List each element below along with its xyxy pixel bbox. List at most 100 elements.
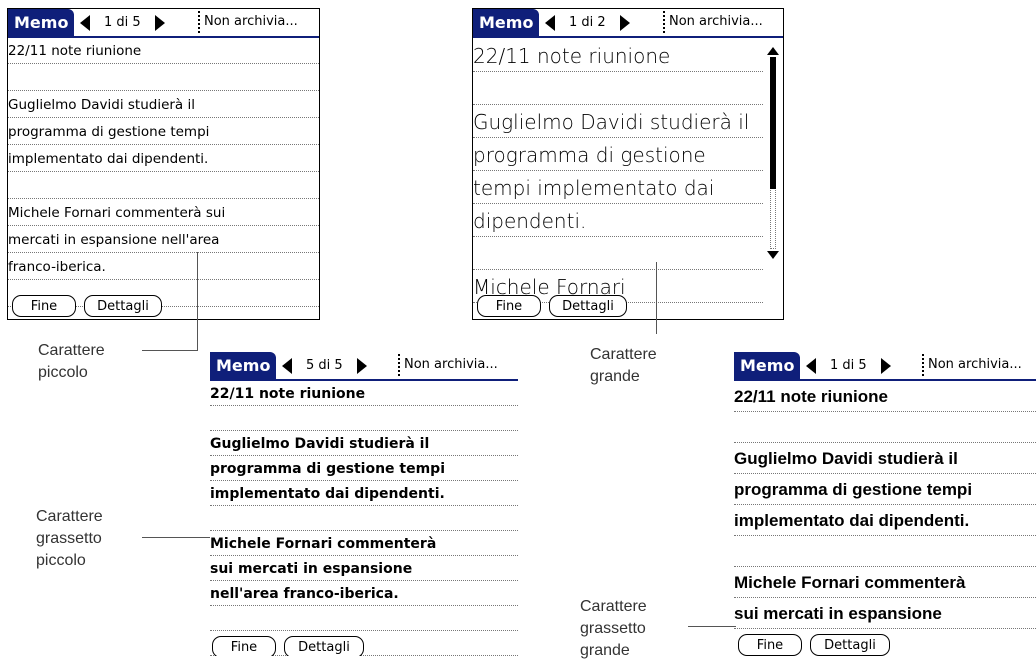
scroll-up-arrow-icon[interactable] [767,47,779,55]
details-button[interactable]: Dettagli [284,636,364,656]
previous-arrow-icon[interactable] [545,14,555,31]
note-line: 22/11 note riunione [473,39,763,72]
page-indicator: 5 di 5 [306,358,343,373]
title-bar: Memo 1 di 2 Non archivia... [473,9,783,38]
note-line [734,536,1036,567]
leader-line [197,252,198,351]
caption-line: grassetto [580,620,646,637]
note-body[interactable]: 22/11 note riunione Guglielmo Davidi stu… [210,381,518,656]
note-line: Guglielmo Davidi studierà il [473,105,763,138]
caption-line: piccolo [38,364,88,381]
note-line: programma di gestione tempi [8,118,319,145]
leader-line [142,350,198,351]
caption-line: Carattere [36,508,103,525]
category-selector[interactable]: Non archivia... [663,11,783,33]
leader-line [142,537,210,538]
note-line: mercati in espansione nell'area [8,226,319,253]
title-bar: Memo 1 di 5 Non archivia... [734,352,1036,381]
memo-screen-small-font: Memo 1 di 5 Non archivia... 22/11 note r… [7,8,320,320]
note-line [210,506,518,531]
leader-line [656,262,657,334]
note-line [8,64,319,91]
next-arrow-icon[interactable] [154,14,165,31]
details-button[interactable]: Dettagli [549,295,627,317]
caption-line: grassetto [36,530,102,547]
note-line: sui mercati in espansione [210,556,518,581]
note-line: programma di gestione tempi [734,474,1036,505]
caption-line: grande [580,642,630,659]
title-bar: Memo 5 di 5 Non archivia... [210,352,518,381]
note-line: programma di gestione tempi [210,456,518,481]
caption-small-font: Carattere piccolo [38,340,105,384]
category-selector[interactable]: Non archivia... [922,354,1036,376]
note-line: 22/11 note riunione [210,381,518,406]
done-button[interactable]: Fine [477,295,541,317]
note-line: Guglielmo Davidi studierà il [734,443,1036,474]
details-button[interactable]: Dettagli [84,295,162,317]
caption-line: Carattere [580,598,647,615]
previous-arrow-icon[interactable] [806,357,816,374]
caption-bold-large-font: Carattere grassetto grande [580,596,647,662]
note-body[interactable]: 22/11 note riunione Guglielmo Davidi stu… [473,39,763,303]
category-selector[interactable]: Non archivia... [198,11,319,33]
app-title: Memo [734,352,801,379]
caption-bold-small-font: Carattere grassetto piccolo [36,506,103,572]
note-line: implementato dai dipendenti. [734,505,1036,536]
note-line: 22/11 note riunione [8,37,319,64]
note-body[interactable]: 22/11 note riunione Guglielmo Davidi stu… [734,381,1036,629]
previous-arrow-icon[interactable] [282,357,292,374]
note-line: dipendenti. [473,204,763,237]
note-line: sui mercati in espansione [734,598,1036,629]
caption-line: piccolo [36,552,86,569]
caption-line: grande [590,368,640,385]
note-line: Michele Fornari commenterà [734,567,1036,598]
note-line: tempi implementato dai [473,171,763,204]
app-title: Memo [8,9,75,36]
done-button[interactable]: Fine [212,636,276,656]
note-line: implementato dai dipendenti. [8,145,319,172]
next-arrow-icon[interactable] [356,357,367,374]
note-line: 22/11 note riunione [734,381,1036,412]
note-line: Guglielmo Davidi studierà il [210,431,518,456]
memo-screen-bold-large-font: Memo 1 di 5 Non archivia... 22/11 note r… [734,352,1036,656]
title-bar: Memo 1 di 5 Non archivia... [8,9,319,38]
caption-line: Carattere [38,342,105,359]
note-line: Guglielmo Davidi studierà il [8,91,319,118]
done-button[interactable]: Fine [738,634,802,656]
next-arrow-icon[interactable] [619,14,630,31]
scroll-thumb[interactable] [770,57,776,189]
note-line [734,412,1036,443]
note-line [473,237,763,270]
note-line: nell'area franco-iberica. [210,581,518,606]
page-indicator: 1 di 5 [830,358,867,373]
record-navigator: 1 di 5 [80,9,165,36]
scroll-down-arrow-icon[interactable] [767,251,779,259]
next-arrow-icon[interactable] [880,357,891,374]
scrollbar[interactable] [767,47,779,259]
page-indicator: 1 di 5 [104,15,141,30]
page-indicator: 1 di 2 [569,15,606,30]
note-line: programma di gestione [473,138,763,171]
note-line: Michele Fornari commenterà sui [8,199,319,226]
previous-arrow-icon[interactable] [80,14,90,31]
record-navigator: 1 di 5 [806,352,891,379]
note-line [8,172,319,199]
note-line: implementato dai dipendenti. [210,481,518,506]
record-navigator: 5 di 5 [282,352,367,379]
caption-large-font: Carattere grande [590,344,657,388]
note-line: Michele Fornari commenterà [210,531,518,556]
note-line [210,406,518,431]
app-title: Memo [473,9,540,36]
note-line [473,72,763,105]
details-button[interactable]: Dettagli [810,634,890,656]
done-button[interactable]: Fine [12,295,76,317]
note-line: franco-iberica. [8,253,319,280]
category-selector[interactable]: Non archivia... [398,354,518,376]
note-line [210,606,518,631]
caption-line: Carattere [590,346,657,363]
memo-screen-bold-small-font: Memo 5 di 5 Non archivia... 22/11 note r… [210,352,518,656]
app-title: Memo [210,352,277,379]
leader-line [688,626,736,627]
memo-screen-large-font: Memo 1 di 2 Non archivia... 22/11 note r… [472,8,784,320]
note-body[interactable]: 22/11 note riunione Guglielmo Davidi stu… [8,37,319,307]
